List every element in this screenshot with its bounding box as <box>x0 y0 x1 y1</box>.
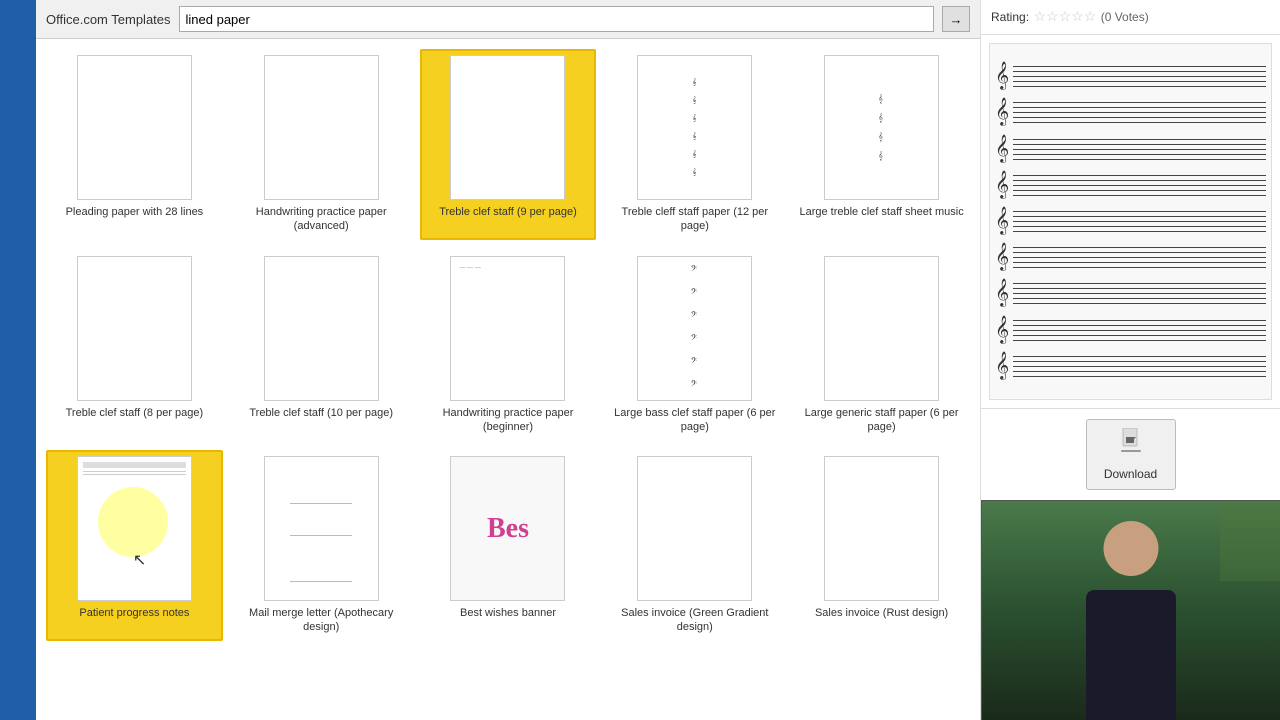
rating-label: Rating: <box>991 10 1029 24</box>
template-label-large-treble: Large treble clef staff sheet music <box>799 205 963 219</box>
template-bass-clef[interactable]: 𝄢 𝄢 𝄢 𝄢 𝄢 𝄢 Large bass clef staff paper … <box>606 250 783 441</box>
template-thumb-treble9 <box>450 55 565 200</box>
template-handwriting-adv[interactable]: Handwriting practice paper (advanced) <box>233 49 410 240</box>
staff-row-7: 𝄞 <box>995 280 1266 307</box>
staff-row-9: 𝄞 <box>995 353 1266 380</box>
template-treble8[interactable]: Treble clef staff (8 per page) <box>46 250 223 441</box>
staff-row-1: 𝄞 <box>995 63 1266 90</box>
staff-row-2: 𝄞 <box>995 99 1266 126</box>
template-patient-notes[interactable]: ↖ Patient progress notes <box>46 450 223 641</box>
template-thumb-handwriting-adv <box>264 55 379 200</box>
download-section: Download <box>981 408 1280 500</box>
staff-row-6: 𝄞 <box>995 244 1266 271</box>
template-large-treble[interactable]: 𝄞 𝄞 𝄞 𝄞 Large treble clef staff sheet mu… <box>793 49 970 240</box>
search-input[interactable] <box>179 6 934 32</box>
template-label-handwriting-beg: Handwriting practice paper (beginner) <box>426 406 591 435</box>
template-treble9[interactable]: Treble clef staff (9 per page) <box>420 49 597 240</box>
clef-2: 𝄞 <box>995 99 1009 126</box>
template-label-treble9: Treble clef staff (9 per page) <box>439 205 577 219</box>
template-label-patient-notes: Patient progress notes <box>79 606 189 620</box>
clef-8: 𝄞 <box>995 317 1009 344</box>
main-content: Office.com Templates → <box>36 0 980 720</box>
staff-preview: 𝄞 𝄞 𝄞 𝄞 𝄞 𝄞 <box>990 44 1271 399</box>
clef-1: 𝄞 <box>995 63 1009 90</box>
template-label-best-wishes: Best wishes banner <box>460 606 556 620</box>
header-bar: Office.com Templates → <box>36 0 980 39</box>
template-treble10[interactable]: Treble clef staff (10 per page) <box>233 250 410 441</box>
sidebar-strip <box>0 0 36 720</box>
template-thumb-sales-rust <box>824 456 939 601</box>
template-label-treble8: Treble clef staff (8 per page) <box>66 406 204 420</box>
template-handwriting-beg[interactable]: — — — Handwriting practice paper (beginn… <box>420 250 597 441</box>
clef-4: 𝄞 <box>995 172 1009 199</box>
template-label-bass-clef: Large bass clef staff paper (6 per page) <box>612 406 777 435</box>
template-mail-merge[interactable]: Mail merge letter (Apothecary design) <box>233 450 410 641</box>
template-thumb-pleading <box>77 55 192 200</box>
clef-9: 𝄞 <box>995 353 1009 380</box>
rating-stars[interactable]: ☆☆☆☆☆ <box>1033 8 1096 24</box>
template-thumb-large-treble: 𝄞 𝄞 𝄞 𝄞 <box>824 55 939 200</box>
template-thumb-mail-merge <box>264 456 379 601</box>
download-icon <box>1119 428 1143 462</box>
webcam-overlay <box>981 500 1280 720</box>
template-label-generic-staff: Large generic staff paper (6 per page) <box>799 406 964 435</box>
template-thumb-patient-notes: ↖ <box>77 456 192 601</box>
clef-5: 𝄞 <box>995 208 1009 235</box>
template-sales-green[interactable]: Sales invoice (Green Gradient design) <box>606 450 783 641</box>
template-thumb-sales-green <box>637 456 752 601</box>
clef-7: 𝄞 <box>995 280 1009 307</box>
templates-area: Pleading paper with 28 lines Handwriting… <box>36 39 980 720</box>
source-label: Office.com Templates <box>46 12 171 27</box>
template-thumb-treble10 <box>264 256 379 401</box>
template-thumb-treble8 <box>77 256 192 401</box>
template-treble12[interactable]: 𝄞 𝄞 𝄞 𝄞 𝄞 𝄞 Treble cleff staff paper (12… <box>606 49 783 240</box>
votes-text: (0 Votes) <box>1101 10 1149 24</box>
clef-3: 𝄞 <box>995 136 1009 163</box>
template-thumb-generic-staff <box>824 256 939 401</box>
best-wishes-text: Bes <box>487 513 529 545</box>
template-label-mail-merge: Mail merge letter (Apothecary design) <box>239 606 404 635</box>
template-sales-rust[interactable]: Sales invoice (Rust design) <box>793 450 970 641</box>
download-button[interactable]: Download <box>1086 419 1176 490</box>
template-label-treble10: Treble clef staff (10 per page) <box>249 406 393 420</box>
staff-row-5: 𝄞 <box>995 208 1266 235</box>
template-label-sales-green: Sales invoice (Green Gradient design) <box>612 606 777 635</box>
rating-section: Rating: ☆☆☆☆☆ (0 Votes) <box>981 0 1280 35</box>
staff-row-3: 𝄞 <box>995 136 1266 163</box>
right-panel: Rating: ☆☆☆☆☆ (0 Votes) 𝄞 𝄞 𝄞 𝄞 <box>980 0 1280 720</box>
template-generic-staff[interactable]: Large generic staff paper (6 per page) <box>793 250 970 441</box>
template-thumb-treble12: 𝄞 𝄞 𝄞 𝄞 𝄞 𝄞 <box>637 55 752 200</box>
template-thumb-bass-clef: 𝄢 𝄢 𝄢 𝄢 𝄢 𝄢 <box>637 256 752 401</box>
template-label-pleading: Pleading paper with 28 lines <box>66 205 204 219</box>
template-best-wishes[interactable]: Bes Best wishes banner <box>420 450 597 641</box>
template-label-treble12: Treble cleff staff paper (12 per page) <box>612 205 777 234</box>
template-label-handwriting-adv: Handwriting practice paper (advanced) <box>239 205 404 234</box>
template-thumb-best-wishes: Bes <box>450 456 565 601</box>
search-button[interactable]: → <box>942 6 970 32</box>
staff-row-4: 𝄞 <box>995 172 1266 199</box>
template-label-sales-rust: Sales invoice (Rust design) <box>815 606 948 620</box>
clef-6: 𝄞 <box>995 244 1009 271</box>
download-label: Download <box>1104 467 1157 481</box>
templates-grid: Pleading paper with 28 lines Handwriting… <box>46 49 970 641</box>
preview-area: 𝄞 𝄞 𝄞 𝄞 𝄞 𝄞 <box>989 43 1272 400</box>
template-thumb-handwriting-beg: — — — <box>450 256 565 401</box>
staff-row-8: 𝄞 <box>995 317 1266 344</box>
template-pleading[interactable]: Pleading paper with 28 lines <box>46 49 223 240</box>
